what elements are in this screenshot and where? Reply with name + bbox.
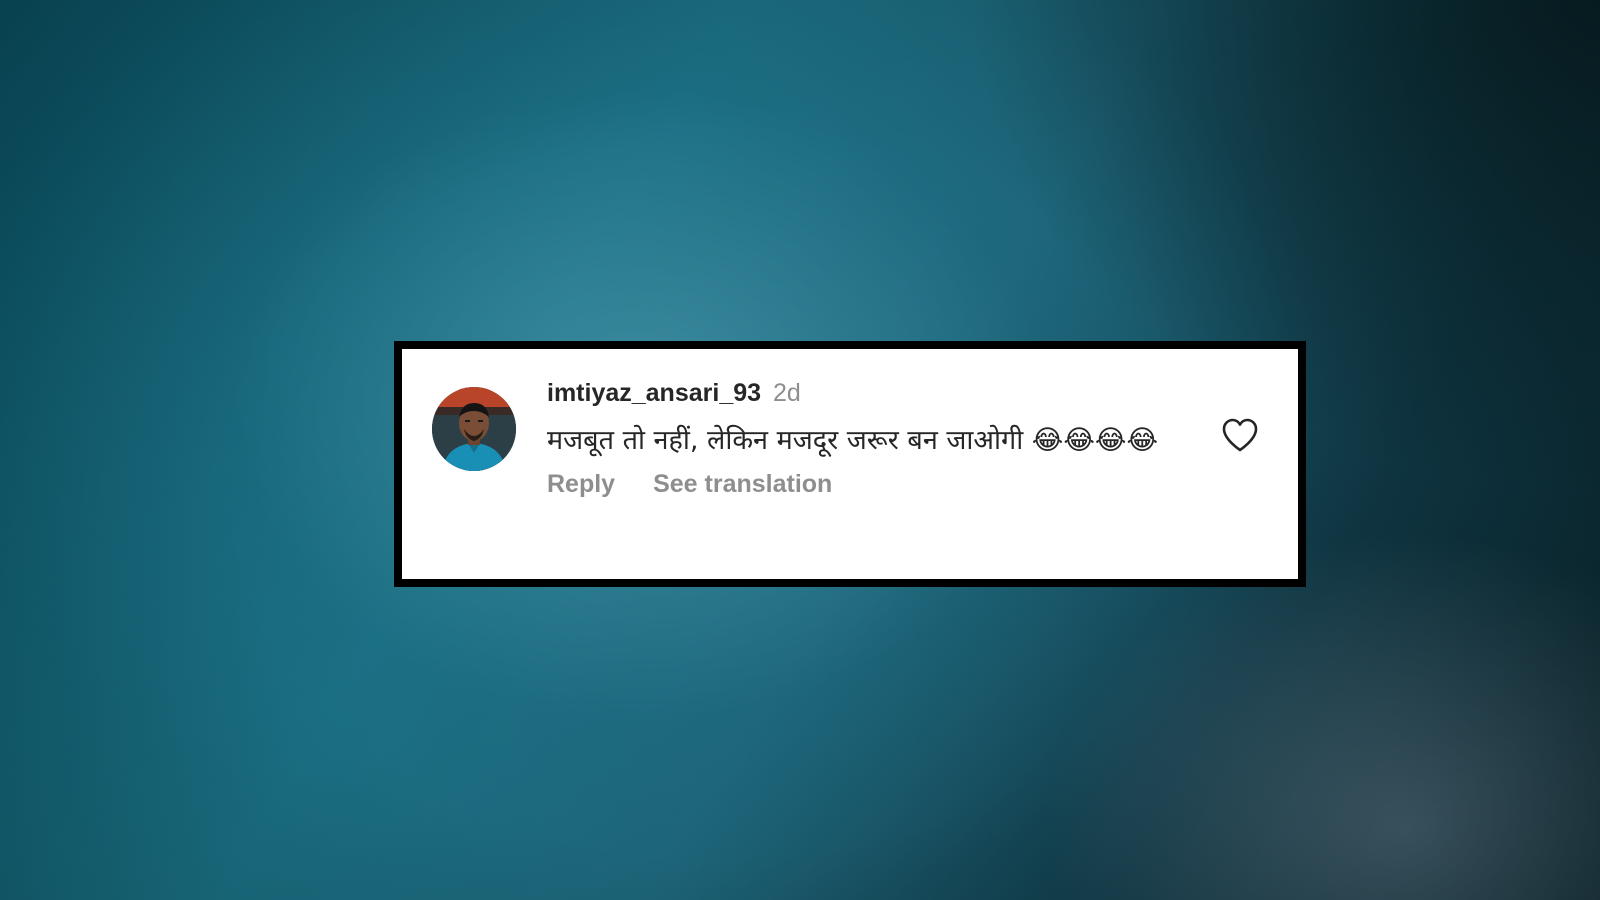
comment-card: imtiyaz_ansari_93 2d मजबूत तो नहीं, लेकि…	[394, 341, 1306, 587]
comment-body: imtiyaz_ansari_93 2d मजबूत तो नहीं, लेकि…	[547, 379, 1187, 499]
like-button[interactable]	[1220, 415, 1260, 455]
heart-outline-icon	[1222, 418, 1258, 452]
comment-actions: Reply See translation	[547, 470, 1187, 499]
reply-button[interactable]: Reply	[547, 470, 615, 499]
avatar[interactable]	[432, 387, 516, 471]
user-avatar-photo-icon	[432, 387, 516, 471]
comment-timestamp: 2d	[773, 379, 801, 407]
comment-header: imtiyaz_ansari_93 2d	[547, 379, 1187, 415]
see-translation-button[interactable]: See translation	[653, 470, 832, 499]
username-link[interactable]: imtiyaz_ansari_93	[547, 379, 761, 408]
comment-text: मजबूत तो नहीं, लेकिन मजदूर जरूर बन जाओगी…	[547, 425, 1159, 456]
